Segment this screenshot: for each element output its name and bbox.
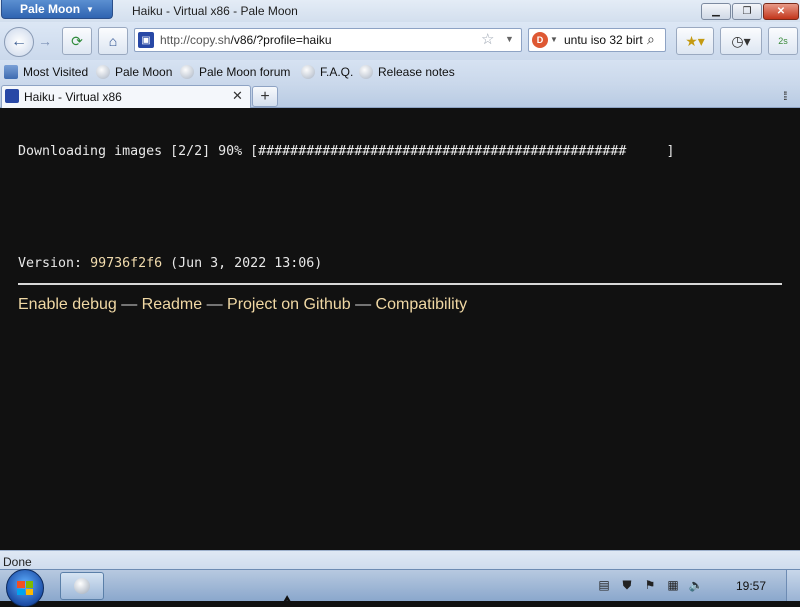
moon-icon — [180, 65, 194, 79]
history-button[interactable]: ◷▾ — [720, 27, 762, 55]
clock-icon: ◷▾ — [731, 32, 751, 49]
url-path: /v86/?profile=haiku — [230, 33, 332, 47]
search-bar[interactable]: D ▼ untu iso 32 birt ⌕ — [528, 28, 666, 52]
tab-label: Haiku - Virtual x86 — [24, 90, 122, 104]
forward-button[interactable]: → — [34, 31, 56, 51]
bookmark-label: Release notes — [378, 65, 455, 79]
compatibility-link[interactable]: Compatibility — [376, 296, 468, 313]
bookmark-label: Most Visited — [23, 65, 89, 79]
url-text[interactable]: http://copy.sh/v86/?profile=haiku — [160, 33, 332, 47]
url-bar[interactable]: ▣ http://copy.sh/v86/?profile=haiku ☆ ▼ — [134, 28, 522, 52]
moon-icon — [359, 65, 373, 79]
link-separator: — — [350, 296, 376, 313]
taskbar-clock[interactable]: 19:57 — [736, 579, 766, 593]
windows-logo-icon — [17, 581, 33, 595]
navigation-toolbar: ← → ⟳ ⌂ ▣ http://copy.sh/v86/?profile=ha… — [0, 22, 800, 60]
site-identity-icon[interactable]: ▣ — [138, 32, 154, 48]
bookmark-label: F.A.Q. — [320, 65, 354, 79]
reload-button[interactable]: ⟳ — [62, 27, 92, 55]
addon-badge: 2s — [778, 36, 788, 46]
version-label: Version: — [18, 256, 91, 271]
horizontal-rule — [18, 283, 782, 285]
maximize-icon: ❐ — [742, 5, 752, 17]
tab-close-icon[interactable]: ✕ — [232, 88, 243, 104]
show-desktop-button[interactable] — [786, 570, 800, 601]
taskbar-pale-moon-button[interactable] — [60, 572, 104, 600]
status-bar: Done — [0, 550, 800, 569]
moon-icon — [301, 65, 315, 79]
plus-icon: + — [260, 87, 270, 105]
site-favicon-icon — [5, 89, 19, 103]
search-engine-icon[interactable]: D — [532, 32, 548, 48]
bookmarks-menu-button[interactable]: ★▾ — [676, 27, 714, 55]
tab-strip: Haiku - Virtual x86 ✕ + ⁞⁞ — [0, 84, 800, 108]
bookmarks-toolbar: Most Visited Pale Moon Pale Moon forum F… — [0, 60, 800, 84]
github-link[interactable]: Project on Github — [227, 296, 351, 313]
bookmarks-icon: ★▾ — [685, 32, 705, 49]
close-button[interactable]: ✕ — [763, 3, 799, 20]
bookmark-label: Pale Moon forum — [199, 65, 291, 79]
arrow-left-icon: ← — [11, 33, 27, 50]
status-text: Done — [3, 555, 32, 569]
back-button[interactable]: ← — [4, 27, 34, 57]
network-icon[interactable]: ▦ — [665, 577, 681, 593]
reload-icon: ⟳ — [71, 32, 83, 49]
bookmark-pale-moon[interactable]: Pale Moon — [96, 65, 172, 79]
chevron-down-icon[interactable]: ▼ — [550, 35, 558, 44]
minimize-button[interactable]: ▁ — [701, 3, 731, 20]
volume-muted-icon[interactable]: 🔈 — [688, 577, 704, 593]
chevron-down-icon: ▼ — [86, 4, 94, 14]
moon-icon — [96, 65, 110, 79]
bookmark-release-notes[interactable]: Release notes — [359, 65, 455, 79]
readme-link[interactable]: Readme — [142, 296, 202, 313]
bookmark-star-icon[interactable]: ☆ — [481, 30, 494, 48]
version-date: (Jun 3, 2022 13:06) — [162, 256, 323, 271]
tab-list-icon[interactable]: ⁞⁞ — [783, 89, 787, 103]
bookmark-faq[interactable]: F.A.Q. — [301, 65, 353, 79]
folder-icon — [4, 65, 18, 79]
app-menu-button[interactable]: Pale Moon ▼ — [1, 0, 113, 19]
document-icon[interactable]: ▤ — [596, 577, 612, 593]
app-menu-label: Pale Moon — [20, 2, 81, 16]
download-progress-text: Downloading images [2/2] 90% [##########… — [18, 144, 675, 159]
tab-haiku[interactable]: Haiku - Virtual x86 ✕ — [1, 85, 251, 108]
back-forward-group: ← → — [4, 27, 56, 57]
close-icon: ✕ — [776, 5, 786, 17]
home-icon: ⌂ — [108, 33, 118, 49]
arrow-right-icon: → — [38, 33, 52, 49]
bookmark-pale-moon-forum[interactable]: Pale Moon forum — [180, 65, 290, 79]
system-tray: ▤ ⛊ ⚑ ▦ 🔈 — [596, 577, 704, 593]
page-content: Downloading images [2/2] 90% [##########… — [0, 108, 800, 550]
window-title: Haiku - Virtual x86 - Pale Moon — [132, 4, 298, 18]
url-host: http://copy.sh — [160, 33, 231, 47]
bookmark-most-visited[interactable]: Most Visited — [4, 65, 88, 79]
enable-debug-link[interactable]: Enable debug — [18, 296, 117, 313]
link-separator: — — [202, 296, 228, 313]
version-line: Version: 99736f2f6 (Jun 3, 2022 13:06) — [18, 256, 322, 271]
maximize-button[interactable]: ❐ — [732, 3, 762, 20]
page-links: Enable debug — Readme — Project on Githu… — [18, 296, 467, 314]
bookmark-label: Pale Moon — [115, 65, 173, 79]
title-bar: Pale Moon ▼ Haiku - Virtual x86 - Pale M… — [0, 0, 800, 22]
new-tab-button[interactable]: + — [252, 86, 278, 107]
taskbar: ▤ ⛊ ⚑ ▦ 🔈 19:57 ⮝ — [0, 569, 800, 607]
pale-moon-icon — [74, 578, 90, 594]
flag-icon[interactable]: ⚑ — [642, 577, 658, 593]
home-button[interactable]: ⌂ — [98, 27, 128, 55]
minimize-icon: ▁ — [712, 5, 720, 17]
security-icon[interactable]: ⛊ — [619, 577, 635, 593]
search-input[interactable]: untu iso 32 birt — [564, 33, 643, 47]
start-button[interactable] — [6, 569, 44, 607]
link-separator: — — [116, 296, 142, 313]
version-hash-link[interactable]: 99736f2f6 — [90, 256, 162, 271]
url-dropdown-icon[interactable]: ▼ — [505, 34, 514, 44]
search-icon[interactable]: ⌕ — [647, 31, 655, 48]
addon-button[interactable]: 2s — [768, 27, 798, 55]
